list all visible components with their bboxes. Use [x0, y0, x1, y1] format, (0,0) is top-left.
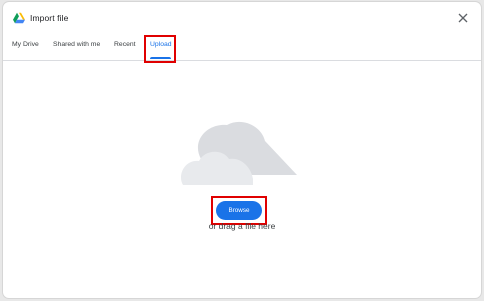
browse-button[interactable]: Browse	[216, 201, 262, 220]
tab-my-drive[interactable]: My Drive	[12, 41, 39, 48]
dialog-title: Import file	[30, 13, 69, 23]
tab-bar: My Drive Shared with me Recent Upload	[3, 36, 481, 61]
close-icon[interactable]	[457, 12, 469, 24]
upload-tab-highlight-box	[144, 35, 176, 63]
tab-recent[interactable]: Recent	[114, 41, 136, 48]
dialog-header: Import file	[3, 2, 481, 36]
cloud-icon	[180, 121, 297, 185]
google-drive-icon	[13, 12, 25, 24]
drag-file-hint: or drag a file here	[208, 221, 276, 231]
import-file-dialog: Import file My Drive Shared with me Rece…	[3, 2, 481, 298]
tab-shared-with-me[interactable]: Shared with me	[53, 41, 100, 48]
